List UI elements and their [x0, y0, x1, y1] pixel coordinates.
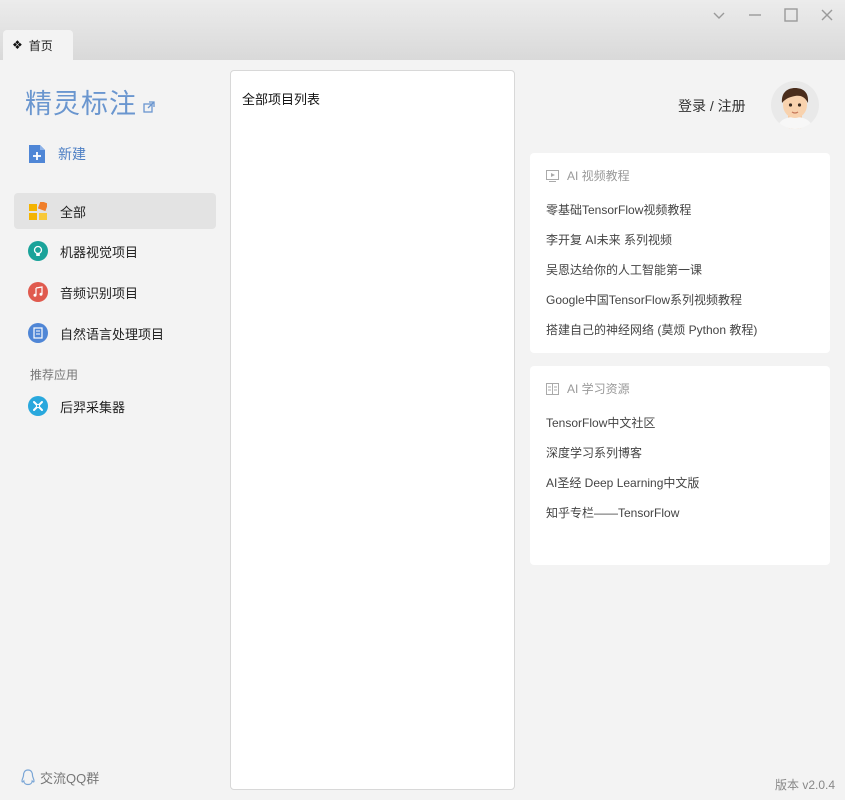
tab-home[interactable]: ❖ 首页: [3, 30, 73, 60]
sidebar-item-vision[interactable]: 机器视觉项目: [14, 233, 216, 269]
avatar[interactable]: [771, 81, 819, 129]
chevron-down-icon[interactable]: [709, 5, 729, 25]
sidebar-item-label: 音频识别项目: [60, 285, 139, 301]
qq-label: 交流QQ群: [40, 771, 100, 786]
project-list-panel: 全部项目列表: [230, 70, 515, 790]
video-link[interactable]: 搭建自己的神经网络 (莫烦 Python 教程): [546, 321, 757, 338]
learning-resources-card: AI 学习资源 TensorFlow中文社区 深度学习系列博客 AI圣经 Dee…: [530, 366, 830, 565]
minimize-icon[interactable]: [745, 5, 765, 25]
new-file-icon: [29, 145, 45, 163]
video-icon: [546, 169, 559, 182]
title-bar: ❖ 首页: [0, 0, 845, 60]
card-title: AI 学习资源: [567, 382, 630, 396]
tab-label: 首页: [28, 38, 53, 53]
sidebar-item-all[interactable]: 全部: [14, 193, 216, 229]
music-icon: [28, 282, 48, 302]
new-project-button[interactable]: 新建: [28, 144, 86, 164]
brand-title: 精灵标注: [25, 89, 137, 119]
book-icon: [546, 382, 559, 395]
qq-icon: [21, 768, 35, 785]
diamond-icon: ❖: [12, 38, 23, 52]
video-tutorials-card: AI 视频教程 零基础TensorFlow视频教程 李开复 AI未来 系列视频 …: [530, 153, 830, 353]
sidebar: 精灵标注 新建 全部 机器视觉项目 音频识别项目 自然语言处理项目 推荐应用 后…: [0, 60, 230, 800]
sidebar-item-label: 全部: [60, 204, 87, 220]
recommend-section-label: 推荐应用: [30, 368, 79, 382]
bulb-icon: [28, 241, 48, 261]
new-label: 新建: [58, 146, 86, 162]
sidebar-item-collector[interactable]: 后羿采集器: [14, 388, 216, 424]
grid-icon: [28, 201, 48, 221]
resource-link[interactable]: AI圣经 Deep Learning中文版: [546, 474, 699, 491]
video-link[interactable]: Google中国TensorFlow系列视频教程: [546, 291, 742, 308]
resource-link[interactable]: 深度学习系列博客: [546, 444, 642, 461]
brand[interactable]: 精灵标注: [25, 82, 155, 121]
version-label: 版本 v2.0.4: [775, 778, 836, 792]
card-header: AI 视频教程: [546, 167, 630, 184]
document-icon: [28, 323, 48, 343]
card-header: AI 学习资源: [546, 380, 630, 397]
video-link[interactable]: 零基础TensorFlow视频教程: [546, 201, 691, 218]
video-link[interactable]: 吴恩达给你的人工智能第一课: [546, 261, 702, 278]
close-icon[interactable]: [817, 5, 837, 25]
sidebar-item-nlp[interactable]: 自然语言处理项目: [14, 315, 216, 351]
login-register-link[interactable]: 登录 / 注册: [678, 96, 746, 116]
sidebar-item-label: 机器视觉项目: [60, 244, 139, 260]
sidebar-item-label: 后羿采集器: [60, 399, 126, 415]
video-link[interactable]: 李开复 AI未来 系列视频: [546, 231, 672, 248]
collector-icon: [28, 396, 48, 416]
resource-link[interactable]: 知乎专栏——TensorFlow: [546, 504, 679, 521]
sidebar-item-audio[interactable]: 音频识别项目: [14, 274, 216, 310]
resource-link[interactable]: TensorFlow中文社区: [546, 414, 655, 431]
maximize-icon[interactable]: [781, 5, 801, 25]
project-list-title: 全部项目列表: [242, 92, 321, 107]
external-link-icon[interactable]: [143, 89, 155, 120]
card-title: AI 视频教程: [567, 169, 630, 183]
qq-group-link[interactable]: 交流QQ群: [20, 768, 99, 787]
sidebar-item-label: 自然语言处理项目: [60, 326, 165, 342]
